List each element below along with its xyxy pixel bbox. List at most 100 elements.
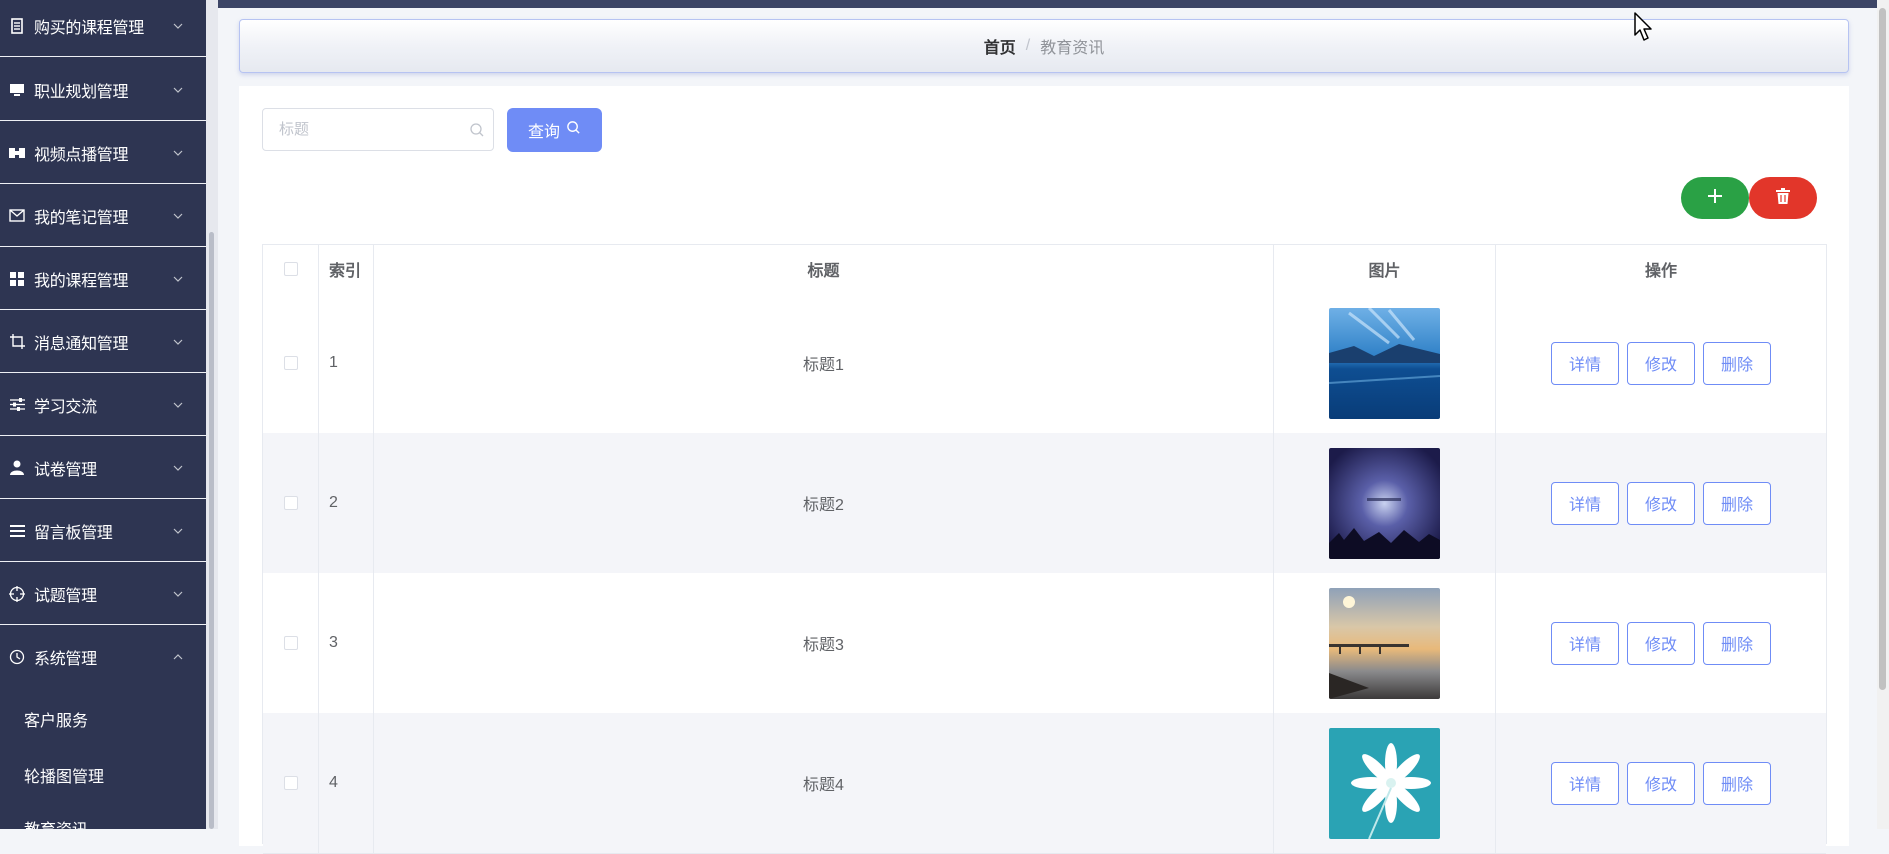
chevron-down-icon (168, 213, 188, 219)
select-all-cell (263, 245, 319, 293)
sidebar-item-label: 学习交流 (34, 398, 97, 416)
sidebar-item-label: 我的笔记管理 (34, 209, 129, 227)
column-header-image: 图片 (1274, 245, 1496, 293)
search-icon (469, 122, 485, 143)
chevron-down-icon (168, 465, 188, 471)
row-checkbox[interactable] (283, 496, 298, 510)
row-title: 标题4 (374, 713, 1274, 853)
row-index: 4 (319, 713, 374, 853)
chevron-down-icon (168, 402, 188, 408)
edit-button[interactable]: 修改 (1627, 481, 1695, 525)
add-button[interactable] (1681, 177, 1749, 219)
breadcrumb-home[interactable]: 首页 (984, 34, 1016, 58)
sidebar-item-label: 留言板管理 (34, 524, 113, 542)
trash-icon (1776, 187, 1790, 209)
query-button-label: 查询 (527, 124, 560, 141)
list-icon (8, 522, 26, 540)
grid-icon (8, 270, 26, 288)
detail-button[interactable]: 详情 (1551, 761, 1619, 805)
sidebar-item-label: 视频点播管理 (34, 146, 129, 164)
sidebar-item-exam-papers[interactable]: 试卷管理 (0, 437, 206, 499)
search-field[interactable] (262, 108, 494, 151)
receipt-icon (8, 17, 26, 35)
row-actions: 详情 修改 删除 (1496, 573, 1826, 713)
crop-icon (8, 333, 26, 351)
row-title: 标题3 (374, 573, 1274, 713)
edit-button[interactable]: 修改 (1627, 341, 1695, 385)
sunset-bridge-photo[interactable] (1329, 587, 1440, 699)
plus-icon (1707, 188, 1723, 209)
monitor-icon (8, 81, 26, 99)
white-flower-photo[interactable] (1329, 727, 1440, 839)
search-input[interactable] (263, 109, 463, 150)
delete-button[interactable]: 删除 (1703, 481, 1771, 525)
sidebar-item-video-on-demand[interactable]: 视频点播管理 (0, 122, 206, 184)
mouse-cursor-icon (1634, 12, 1654, 47)
row-actions: 详情 修改 删除 (1496, 433, 1826, 573)
search-icon (566, 120, 581, 140)
target-icon (8, 585, 26, 603)
chevron-down-icon (168, 23, 188, 29)
lake-mountain-photo[interactable] (1329, 307, 1440, 419)
news-table: 索引 标题 图片 操作 1 标题1 详情 修改 删除 2 标题2 详情 修改 删… (262, 244, 1827, 854)
detail-button[interactable]: 详情 (1551, 481, 1619, 525)
sidebar-item-my-notes[interactable]: 我的笔记管理 (0, 185, 206, 247)
edit-button[interactable]: 修改 (1627, 621, 1695, 665)
detail-button[interactable]: 详情 (1551, 621, 1619, 665)
column-header-title: 标题 (374, 245, 1274, 293)
row-checkbox[interactable] (283, 636, 298, 650)
night-sky-photo[interactable] (1329, 447, 1440, 559)
sidebar-subitem-education-news[interactable]: 教育资讯 (24, 816, 88, 829)
sidebar-item-label: 试卷管理 (34, 461, 97, 479)
row-image-cell (1274, 573, 1496, 713)
delete-button[interactable]: 删除 (1703, 761, 1771, 805)
table-header-row: 索引 标题 图片 操作 (263, 245, 1826, 294)
row-checkbox[interactable] (283, 356, 298, 370)
delete-button[interactable]: 删除 (1703, 341, 1771, 385)
breadcrumb-current: 教育资讯 (1040, 40, 1105, 57)
edit-button[interactable]: 修改 (1627, 761, 1695, 805)
chevron-down-icon (168, 87, 188, 93)
ticket-icon (8, 144, 26, 162)
query-button[interactable]: 查询 (507, 108, 602, 152)
sidebar-subitem-carousel[interactable]: 轮播图管理 (24, 763, 104, 787)
sidebar-item-label: 我的课程管理 (34, 272, 129, 290)
sidebar-item-label: 系统管理 (34, 651, 97, 668)
row-index: 3 (319, 573, 374, 713)
row-image-cell (1274, 293, 1496, 433)
column-header-index: 索引 (319, 245, 374, 293)
batch-delete-button[interactable] (1749, 177, 1817, 219)
column-header-actions: 操作 (1644, 263, 1677, 280)
sidebar-item-study-exchange[interactable]: 学习交流 (0, 374, 206, 436)
sidebar-item-label: 职业规划管理 (34, 83, 129, 101)
select-all-checkbox[interactable] (283, 262, 298, 276)
sidebar-item-my-courses[interactable]: 我的课程管理 (0, 248, 206, 310)
chevron-down-icon (168, 150, 188, 156)
sidebar-item-purchased-courses[interactable]: 购买的课程管理 (0, 0, 206, 57)
delete-button[interactable]: 删除 (1703, 621, 1771, 665)
user-icon (8, 459, 26, 477)
row-title: 标题2 (374, 433, 1274, 573)
row-actions: 详情 修改 删除 (1496, 293, 1826, 433)
table-row: 2 标题2 详情 修改 删除 (263, 433, 1826, 574)
detail-button[interactable]: 详情 (1551, 341, 1619, 385)
row-checkbox[interactable] (283, 776, 298, 790)
sidebar-subitem-customer-service[interactable]: 客户服务 (24, 707, 88, 731)
chevron-down-icon (168, 339, 188, 345)
chevron-down-icon (168, 528, 188, 534)
sidebar-item-question-bank[interactable]: 试题管理 (0, 563, 206, 625)
main-scrollbar-thumb[interactable] (1879, 8, 1886, 690)
sidebar-item-notifications[interactable]: 消息通知管理 (0, 311, 206, 373)
row-actions: 详情 修改 删除 (1496, 713, 1826, 853)
sidebar-scrollbar-thumb[interactable] (209, 232, 214, 829)
sidebar-item-system-management[interactable]: 系统管理 (0, 626, 206, 688)
sidebar-item-career-planning[interactable]: 职业规划管理 (0, 59, 206, 121)
row-index: 1 (319, 293, 374, 433)
row-image-cell (1274, 713, 1496, 853)
top-header-strip (0, 0, 1889, 8)
row-image-cell (1274, 433, 1496, 573)
mail-icon (8, 207, 26, 225)
sidebar-item-label: 消息通知管理 (34, 335, 129, 353)
sidebar-item-message-board[interactable]: 留言板管理 (0, 500, 206, 562)
row-index: 2 (319, 433, 374, 573)
